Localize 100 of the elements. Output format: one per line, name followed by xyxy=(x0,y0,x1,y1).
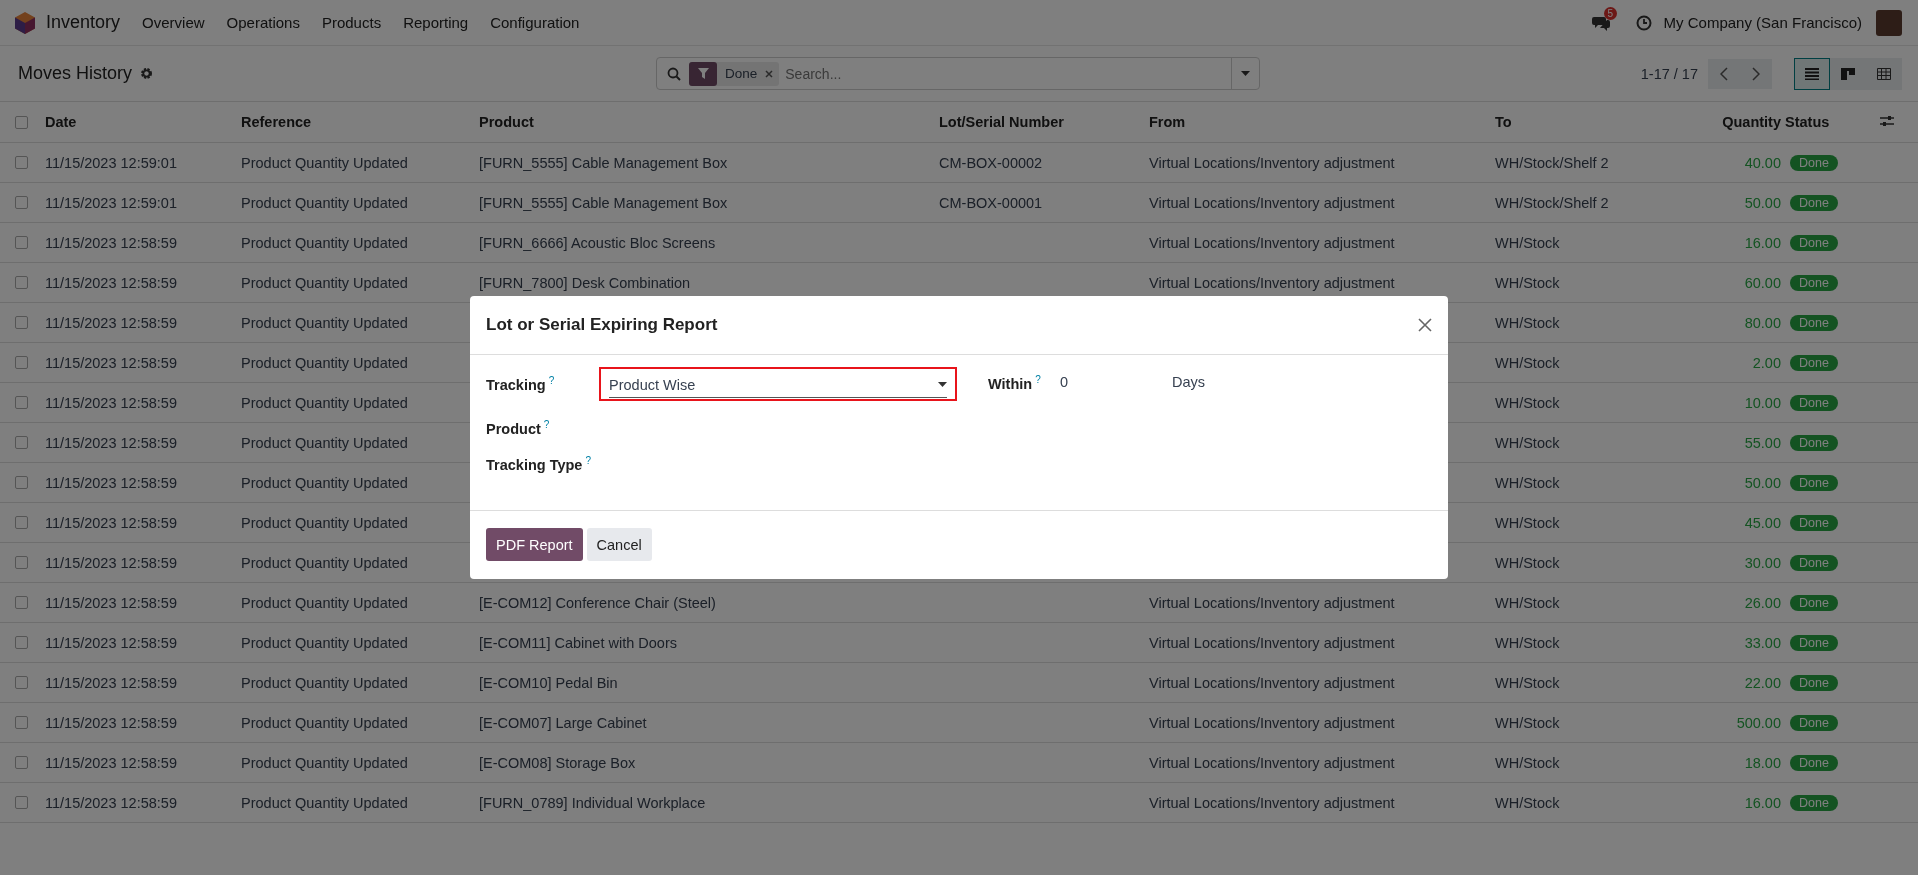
table-grid-icon xyxy=(1877,67,1891,80)
quantity-cell-text: 18.00 xyxy=(1743,754,1782,771)
table-cell-text: Virtual Locations/Inventory adjustment xyxy=(1149,714,1396,731)
table-cell-text: WH/Stock xyxy=(1495,434,1561,451)
table-cell-text: 11/15/2023 12:58:59 xyxy=(45,754,178,771)
page-title: Moves History xyxy=(18,63,133,84)
close-icon xyxy=(1418,318,1432,332)
cancel-button[interactable]: Cancel xyxy=(586,528,652,561)
column-header[interactable]: Quantity xyxy=(1685,114,1785,130)
quantity-cell-text: 33.00 xyxy=(1743,634,1782,651)
table-cell-text: Product Quantity Updated xyxy=(241,274,409,291)
table-cell-text: Product Quantity Updated xyxy=(241,194,409,211)
row-checkbox[interactable] xyxy=(15,556,28,569)
table-cell-text: WH/Stock/Shelf 2 xyxy=(1495,194,1610,211)
company-name[interactable]: My Company (San Francisco) xyxy=(1663,14,1862,31)
select-field[interactable]: Product Wise xyxy=(599,367,957,401)
table-cell-text: 11/15/2023 12:58:59 xyxy=(45,354,178,371)
gear-icon[interactable] xyxy=(140,67,154,80)
column-header[interactable]: Lot/Serial Number xyxy=(939,114,1149,130)
input-field[interactable]: 0 xyxy=(1060,374,1172,390)
table-cell-text: Product Quantity Updated xyxy=(241,554,409,571)
table-cell-text: Product Quantity Updated xyxy=(241,714,409,731)
table-cell-text: 11/15/2023 12:58:59 xyxy=(45,514,178,531)
pdf-report-button[interactable]: PDF Report xyxy=(486,528,583,561)
column-header[interactable]: Status xyxy=(1785,114,1880,130)
column-header[interactable]: From xyxy=(1149,114,1495,130)
close-button[interactable] xyxy=(1418,318,1432,332)
quantity-cell-text: 10.00 xyxy=(1743,394,1782,411)
table-cell-text: WH/Stock xyxy=(1495,674,1561,691)
quantity-cell-text: 40.00 xyxy=(1743,154,1782,171)
notification-badge: 5 xyxy=(1603,6,1618,20)
caret-icon[interactable] xyxy=(1241,71,1250,76)
row-checkbox[interactable] xyxy=(15,476,28,489)
row-checkbox[interactable] xyxy=(15,796,28,809)
avatar[interactable] xyxy=(1876,9,1902,36)
row-checkbox[interactable] xyxy=(15,516,28,529)
quantity-cell-text: 30.00 xyxy=(1743,554,1782,571)
dialog-title: Lot or Serial Expiring Report xyxy=(486,315,718,335)
search-field[interactable]: Done Search... xyxy=(656,57,1260,90)
chat-icon[interactable] xyxy=(1591,14,1610,31)
view-button[interactable] xyxy=(1794,57,1830,90)
column-header[interactable]: To xyxy=(1495,114,1685,130)
menu-item[interactable]: Reporting xyxy=(403,14,469,31)
row-checkbox[interactable] xyxy=(15,436,28,449)
table-cell-text: WH/Stock xyxy=(1495,394,1561,411)
next-button[interactable] xyxy=(1740,58,1772,89)
row-checkbox[interactable] xyxy=(15,356,28,369)
row-checkbox[interactable] xyxy=(15,756,28,769)
table-cell-text: 11/15/2023 12:58:59 xyxy=(45,634,178,651)
status-badge: Done xyxy=(1790,314,1838,331)
previous-button[interactable] xyxy=(1708,58,1740,89)
table-cell-text: Virtual Locations/Inventory adjustment xyxy=(1149,674,1396,691)
row-checkbox[interactable] xyxy=(15,676,28,689)
app-logo-icon[interactable] xyxy=(14,10,36,35)
view-button[interactable] xyxy=(1830,57,1866,90)
app-name[interactable]: Inventory xyxy=(46,12,121,33)
menu-item[interactable]: Overview xyxy=(142,14,205,31)
row-checkbox[interactable] xyxy=(15,716,28,729)
table-cell-text: [FURN_7800] Desk Combination xyxy=(479,274,692,291)
filter-facet[interactable]: Done xyxy=(689,61,780,86)
row-checkbox[interactable] xyxy=(15,596,28,609)
menu-item[interactable]: Configuration xyxy=(490,14,580,31)
close-icon[interactable] xyxy=(765,69,774,78)
status-badge: Done xyxy=(1790,714,1838,731)
menu-item[interactable]: Products xyxy=(321,14,382,31)
quantity-cell-text: 50.00 xyxy=(1743,474,1782,491)
table-cell-text: Product Quantity Updated xyxy=(241,474,409,491)
row-checkbox[interactable] xyxy=(15,156,28,169)
row-checkbox[interactable] xyxy=(15,236,28,249)
facet-label: Done xyxy=(725,66,758,81)
view-button[interactable] xyxy=(1866,57,1902,90)
menu-item[interactable]: Operations xyxy=(226,14,300,31)
table-cell-text: Product Quantity Updated xyxy=(241,314,409,331)
column-header[interactable]: Reference xyxy=(241,114,479,130)
filter-icon xyxy=(697,68,709,79)
table-cell-text: Product Quantity Updated xyxy=(241,354,409,371)
table-cell-text: Product Quantity Updated xyxy=(241,154,409,171)
table-cell-text: Product Quantity Updated xyxy=(241,594,409,611)
row-checkbox[interactable] xyxy=(15,396,28,409)
quantity-cell-text: 26.00 xyxy=(1743,594,1782,611)
table-cell-text: Product Quantity Updated xyxy=(241,434,409,451)
table-cell-text: Product Quantity Updated xyxy=(241,754,409,771)
row-checkbox[interactable] xyxy=(15,276,28,289)
table-cell-text: CM-BOX-00001 xyxy=(939,194,1044,211)
column-header[interactable]: Product xyxy=(479,114,939,130)
table-cell-text: WH/Stock xyxy=(1495,794,1561,811)
table-cell-text: Virtual Locations/Inventory adjustment xyxy=(1149,234,1396,251)
row-checkbox[interactable] xyxy=(15,636,28,649)
table-cell-text: WH/Stock xyxy=(1495,234,1561,251)
caret-icon xyxy=(938,382,947,387)
table-cell-text: [E-COM07] Large Cabinet xyxy=(479,714,648,731)
sliders-icon[interactable] xyxy=(1880,115,1894,127)
select-all-checkbox[interactable] xyxy=(15,115,28,129)
status-badge: Done xyxy=(1790,674,1838,691)
clock-icon[interactable] xyxy=(1635,14,1652,31)
column-header[interactable]: Date xyxy=(45,114,241,130)
table-cell-text: 11/15/2023 12:58:59 xyxy=(45,474,178,491)
kanban-icon xyxy=(1841,67,1855,80)
row-checkbox[interactable] xyxy=(15,196,28,209)
row-checkbox[interactable] xyxy=(15,316,28,329)
